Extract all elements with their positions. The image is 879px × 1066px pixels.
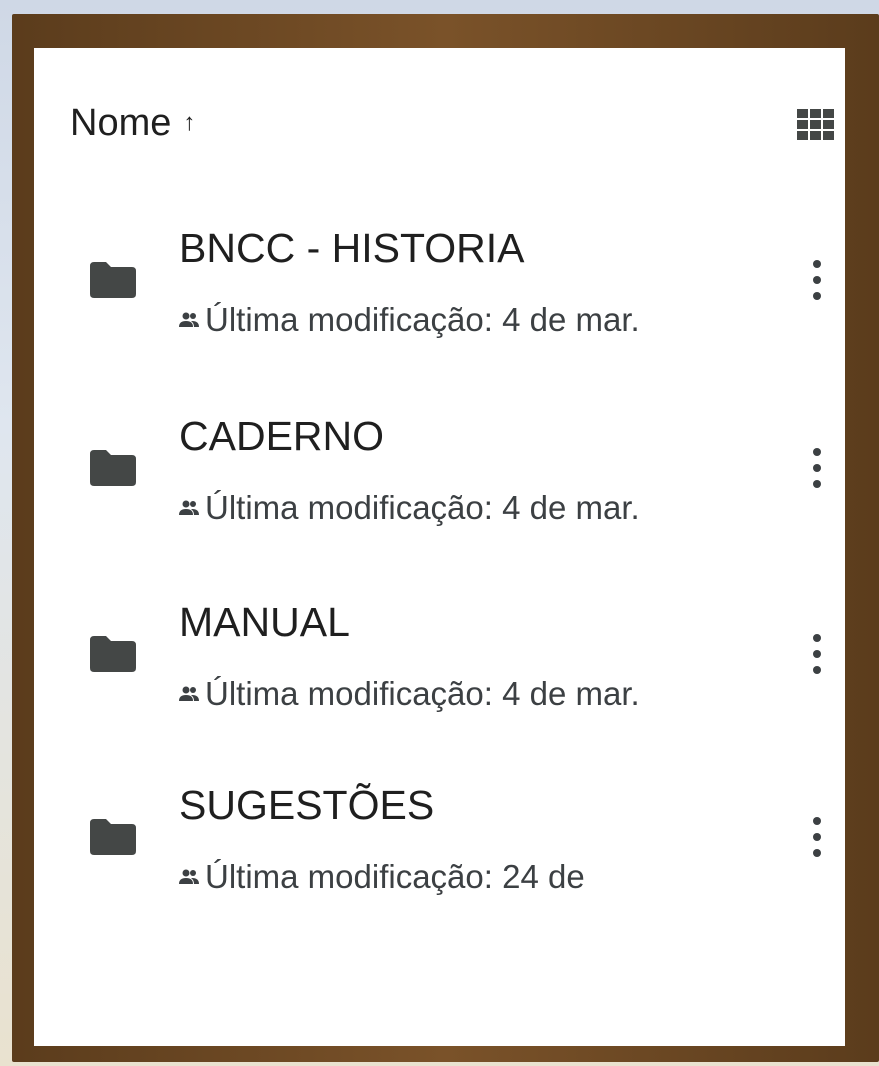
- arrow-up-icon: ↑: [183, 109, 196, 136]
- more-options-icon[interactable]: [805, 634, 829, 674]
- folder-icon: [90, 636, 136, 672]
- folder-icon: [90, 450, 136, 486]
- file-meta: Última modificação: 4 de mar.: [179, 672, 640, 716]
- list-item[interactable]: MANUAL Última modificação: 4 de mar.: [34, 578, 845, 758]
- more-options-icon[interactable]: [805, 817, 829, 857]
- people-icon: [179, 499, 199, 517]
- file-name: SUGESTÕES: [179, 782, 435, 828]
- people-icon: [179, 868, 199, 886]
- sort-by-name-button[interactable]: Nome ↑: [70, 98, 195, 148]
- file-meta: Última modificação: 24 de: [179, 855, 585, 899]
- list-item[interactable]: SUGESTÕES Última modificação: 24 de: [34, 763, 845, 943]
- file-meta: Última modificação: 4 de mar.: [179, 486, 640, 530]
- file-meta-text: Última modificação: 4 de mar.: [205, 675, 640, 712]
- file-name: BNCC - HISTORIA: [179, 225, 525, 271]
- folder-icon: [90, 262, 136, 298]
- sort-label: Nome: [70, 102, 172, 144]
- file-meta: Última modificação: 4 de mar.: [179, 298, 640, 342]
- file-meta-text: Última modificação: 24 de: [205, 858, 585, 895]
- file-name: MANUAL: [179, 599, 350, 645]
- list-item[interactable]: CADERNO Última modificação: 4 de mar.: [34, 388, 845, 568]
- grid-view-icon[interactable]: [795, 107, 835, 141]
- people-icon: [179, 685, 199, 703]
- photo-frame: Nome ↑ BNCC - HISTORIA Última modificaçã…: [0, 0, 879, 1066]
- list-header: Nome ↑: [34, 48, 845, 198]
- more-options-icon[interactable]: [805, 448, 829, 488]
- folder-icon: [90, 819, 136, 855]
- file-name: CADERNO: [179, 413, 385, 459]
- people-icon: [179, 311, 199, 329]
- file-meta-text: Última modificação: 4 de mar.: [205, 489, 640, 526]
- drive-file-list-panel: Nome ↑ BNCC - HISTORIA Última modificaçã…: [34, 48, 845, 1046]
- more-options-icon[interactable]: [805, 260, 829, 300]
- file-meta-text: Última modificação: 4 de mar.: [205, 301, 640, 338]
- list-item[interactable]: BNCC - HISTORIA Última modificação: 4 de…: [34, 198, 845, 378]
